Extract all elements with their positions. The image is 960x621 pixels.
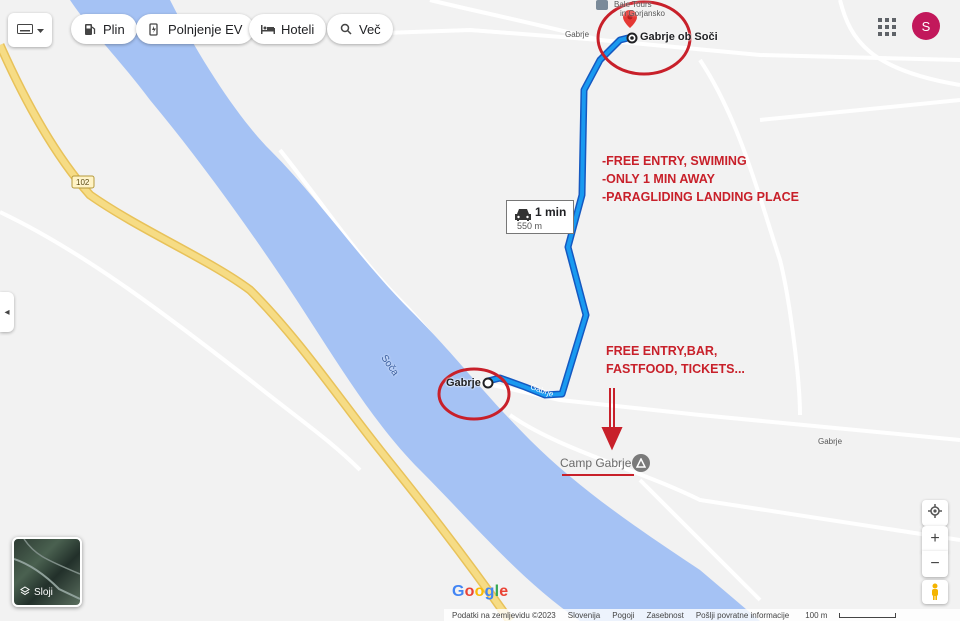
apps-grid-icon[interactable] (878, 18, 896, 36)
google-logo: Google (452, 583, 509, 600)
map-canvas[interactable] (0, 0, 960, 621)
chip-label: Polnjenje EV (168, 21, 243, 37)
annotation-line: -PARAGLIDING LANDING PLACE (602, 190, 799, 204)
chip-label: Več (359, 21, 381, 37)
ev-charging-icon (148, 22, 162, 36)
camp-label[interactable]: Camp Gabrje (560, 456, 631, 470)
annotation-line: FREE ENTRY,BAR, (606, 344, 718, 358)
annotation-line: FASTFOOD, TICKETS... (606, 362, 745, 376)
expand-panel-button[interactable]: ◂ (0, 292, 14, 332)
annotation-line: -ONLY 1 MIN AWAY (602, 172, 715, 186)
map-data-attribution[interactable]: Podatki na zemljevidu ©2023 (452, 611, 556, 620)
footer-link-country[interactable]: Slovenija (568, 611, 600, 620)
start-marker (482, 377, 494, 389)
my-location-button[interactable] (922, 500, 948, 526)
annotation-arrow (601, 388, 623, 451)
location-target-icon (928, 503, 942, 523)
hotel-bed-icon (261, 22, 275, 36)
chevron-down-icon (36, 21, 44, 39)
layers-icon (20, 586, 30, 599)
road-label: Gabrje (565, 30, 590, 39)
route-distance: 550 m (517, 221, 543, 231)
scale-bar (839, 612, 897, 618)
chip-ev-charging[interactable]: Polnjenje EV (136, 14, 255, 44)
scale-label[interactable]: 100 m (805, 611, 827, 620)
campground-icon[interactable] (632, 454, 650, 472)
minor-road (759, 98, 960, 122)
start-label[interactable]: Gabrje (446, 377, 481, 389)
chip-label: Plin (103, 21, 125, 37)
poi-label[interactable]: in Gorjansko (620, 9, 665, 18)
annotation-line: -FREE ENTRY, SWIMING (602, 154, 747, 168)
footer-link-privacy[interactable]: Zasebnost (646, 611, 683, 620)
footer-link-feedback[interactable]: Pošlji povratne informacije (696, 611, 789, 620)
chip-gas[interactable]: Plin (71, 14, 137, 44)
footer-link-terms[interactable]: Pogoji (612, 611, 634, 620)
chip-label: Hoteli (281, 21, 315, 37)
chip-hotels[interactable]: Hoteli (249, 14, 327, 44)
route-time: 1 min (535, 205, 567, 219)
avatar[interactable]: S (912, 12, 940, 40)
input-tools-button[interactable] (8, 13, 52, 47)
minor-road (838, 0, 960, 87)
main-road (0, 43, 514, 621)
annotation-top: -FREE ENTRY, SWIMING -ONLY 1 MIN AWAY -P… (602, 152, 799, 206)
route-info-box[interactable]: 1 min 550 m (506, 200, 574, 234)
annotation-bottom: FREE ENTRY,BAR, FASTFOOD, TICKETS... (606, 342, 745, 378)
poi-label[interactable]: Bale Tours (614, 0, 652, 9)
road-label: Gabrje (818, 437, 843, 446)
gas-station-icon (83, 22, 97, 36)
poi-icon (596, 0, 608, 10)
chevron-left-icon: ◂ (4, 306, 10, 318)
zoom-out-button[interactable]: − (922, 551, 948, 577)
layers-label: Sloji (34, 587, 53, 598)
search-icon (339, 22, 353, 36)
destination-label[interactable]: Gabrje ob Soči (640, 31, 718, 43)
layers-button[interactable]: Sloji (12, 537, 82, 607)
chip-more[interactable]: Več (327, 14, 393, 44)
zoom-in-button[interactable]: + (922, 526, 948, 552)
map-footer: Podatki na zemljevidu ©2023 Slovenija Po… (444, 609, 960, 621)
river (70, 0, 760, 621)
street-view-pegman-icon[interactable] (922, 580, 948, 604)
keyboard-icon (16, 21, 33, 39)
road-shield-label: 102 (76, 178, 90, 187)
